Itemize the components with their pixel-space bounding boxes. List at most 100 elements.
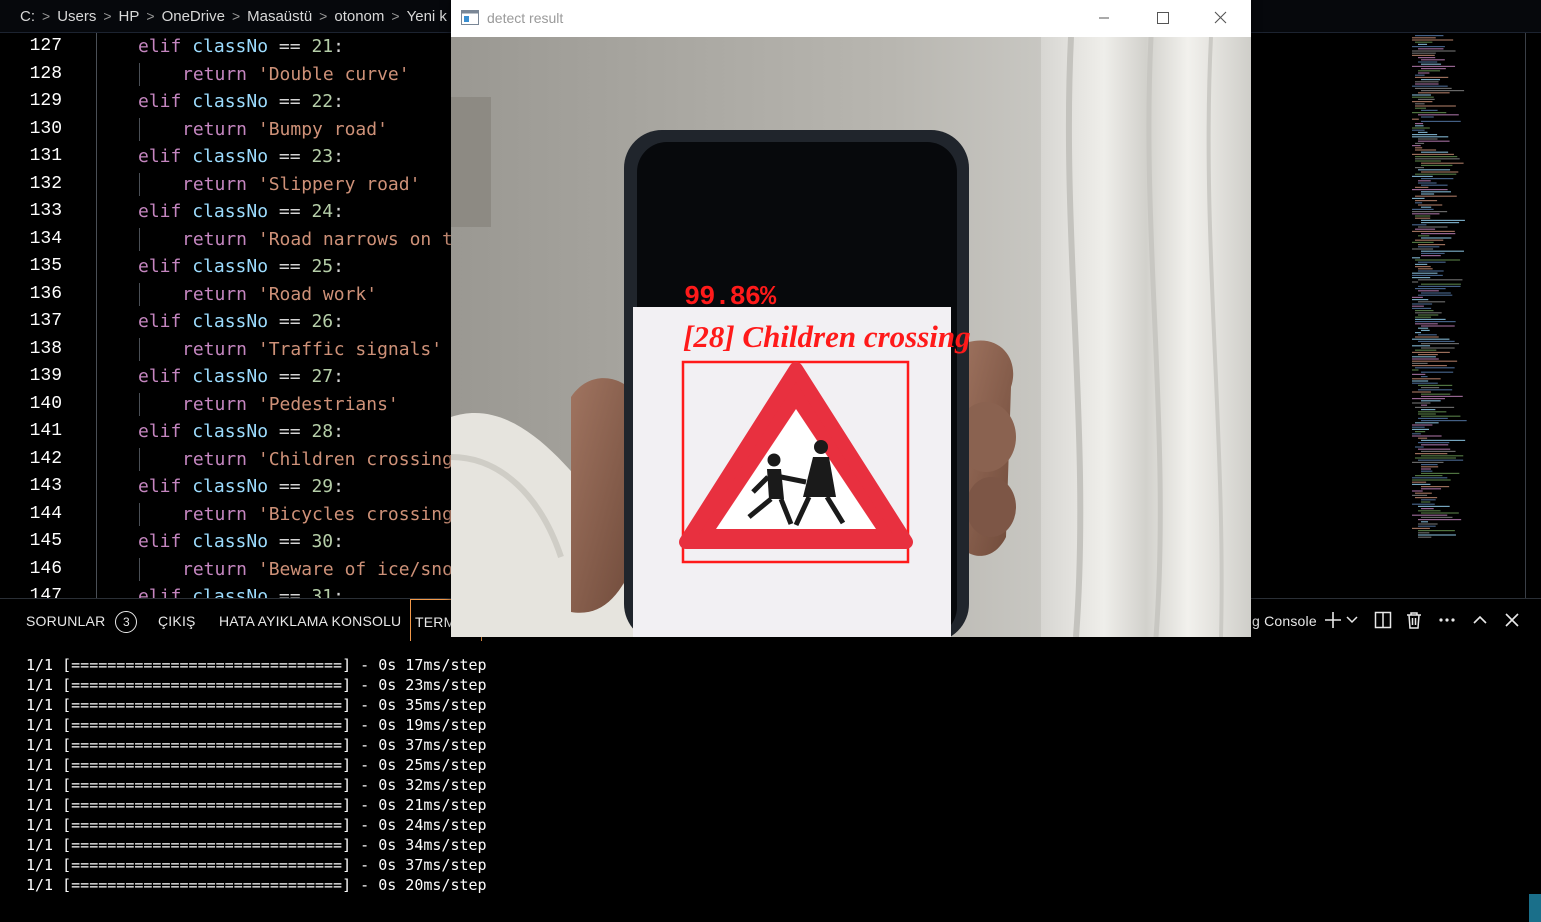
minimap-line: [1418, 530, 1455, 532]
tab-problems[interactable]: SORUNLAR 3: [26, 599, 138, 641]
code-token-tail: :: [333, 586, 344, 598]
minimap-line: [1415, 492, 1432, 494]
detect-result-window[interactable]: detect result 99.86% [28] Children cross…: [451, 0, 1251, 637]
terminal-select-dropdown[interactable]: g Console: [1252, 599, 1317, 641]
breadcrumb-item[interactable]: otonom: [334, 8, 384, 25]
code-line[interactable]: elif classNo == 31:: [138, 583, 344, 598]
code-line[interactable]: return 'Double curve': [182, 61, 410, 88]
minimap[interactable]: [1408, 33, 1526, 598]
breadcrumb-item[interactable]: C:: [20, 8, 35, 25]
minimap-line: [1412, 369, 1419, 371]
minimap-line: [1412, 197, 1425, 199]
code-token-var: classNo: [192, 531, 269, 552]
minimap-line: [1415, 446, 1424, 448]
minimap-line: [1421, 376, 1428, 378]
minimap-line: [1418, 72, 1430, 74]
minimap-line: [1421, 516, 1453, 518]
minimap-line: [1421, 255, 1441, 257]
minimap-line: [1412, 426, 1425, 428]
code-token-kw: return: [182, 393, 248, 415]
tab-output[interactable]: ÇIKIŞ: [158, 599, 196, 641]
minimap-line: [1412, 112, 1447, 114]
minimap-line: [1421, 79, 1440, 81]
minimap-line: [1421, 395, 1463, 397]
code-line[interactable]: return 'Beware of ice/sno: [182, 556, 453, 583]
minimap-line: [1418, 180, 1431, 182]
code-token-num: 23: [311, 146, 334, 167]
code-line[interactable]: elif classNo == 29:: [138, 473, 344, 500]
code-line[interactable]: elif classNo == 30:: [138, 528, 344, 555]
minimap-line: [1421, 283, 1461, 285]
code-line[interactable]: return 'Bumpy road': [182, 116, 388, 143]
minimap-line: [1415, 149, 1437, 151]
terminal-output[interactable]: 1/1 [==============================] - 0…: [26, 655, 487, 895]
code-line[interactable]: elif classNo == 28:: [138, 418, 344, 445]
chevron-up-icon[interactable]: [1470, 610, 1490, 630]
minimap-line: [1418, 340, 1455, 342]
minimap-line: [1418, 301, 1446, 303]
minimap-line: [1418, 270, 1444, 272]
code-line[interactable]: elif classNo == 21:: [138, 33, 344, 60]
minimap-line: [1418, 437, 1428, 439]
code-line[interactable]: elif classNo == 24:: [138, 198, 344, 225]
minimap-line: [1418, 384, 1453, 386]
minimap-line: [1418, 57, 1436, 59]
breadcrumb-item[interactable]: OneDrive: [162, 8, 225, 25]
minimap-line: [1412, 52, 1436, 54]
minimap-line: [1415, 497, 1438, 499]
minimap-line: [1418, 182, 1437, 184]
minimap-line: [1421, 521, 1428, 523]
more-icon[interactable]: [1437, 610, 1457, 630]
breadcrumb-item[interactable]: Users: [57, 8, 96, 25]
minimap-line: [1418, 510, 1441, 512]
plus-icon[interactable]: [1323, 610, 1343, 630]
chevron-down-icon[interactable]: [1345, 610, 1359, 630]
breadcrumb-item[interactable]: HP: [119, 8, 140, 25]
minimap-line: [1415, 310, 1434, 312]
minimap-line: [1418, 448, 1451, 450]
code-line[interactable]: elif classNo == 25:: [138, 253, 344, 280]
minimap-line: [1418, 532, 1430, 534]
line-number: 143: [29, 476, 62, 496]
minimap-line: [1421, 488, 1442, 490]
code-line[interactable]: elif classNo == 23:: [138, 143, 344, 170]
maximize-icon[interactable]: [1133, 0, 1191, 36]
trash-icon[interactable]: [1404, 610, 1424, 630]
breadcrumb-item[interactable]: Masaüstü: [247, 8, 312, 25]
terminal-scrollbar[interactable]: [1529, 894, 1541, 922]
line-number: 140: [29, 393, 62, 414]
line-number: 127: [29, 36, 62, 56]
window-titlebar[interactable]: detect result: [451, 0, 1251, 37]
code-line[interactable]: return 'Slippery road': [182, 171, 420, 198]
split-icon[interactable]: [1373, 610, 1393, 630]
minimap-line: [1412, 241, 1434, 243]
code-line[interactable]: elif classNo == 22:: [138, 88, 344, 115]
breadcrumb-item[interactable]: Yeni k: [407, 8, 447, 25]
code-line[interactable]: return 'Road narrows on t: [182, 226, 453, 253]
code-line[interactable]: elif classNo == 26:: [138, 308, 344, 335]
minimize-icon[interactable]: [1075, 0, 1133, 36]
code-line[interactable]: return 'Children crossing: [182, 446, 453, 473]
tab-problems-label: SORUNLAR: [26, 613, 106, 629]
code-line[interactable]: return 'Traffic signals': [182, 336, 442, 363]
code-line[interactable]: return 'Bicycles crossing: [182, 501, 453, 528]
tab-debug-console[interactable]: HATA AYIKLAMA KONSOLU: [219, 599, 401, 641]
close-icon[interactable]: [1502, 610, 1522, 630]
minimap-line: [1412, 307, 1432, 309]
indent-guide: [96, 473, 97, 501]
window-title: detect result: [487, 10, 564, 26]
line-number: 135: [29, 256, 62, 276]
code-line[interactable]: elif classNo == 27:: [138, 363, 344, 390]
line-number: 133: [29, 201, 62, 221]
minimap-line: [1421, 164, 1453, 166]
minimap-line: [1421, 444, 1449, 446]
window-close-icon[interactable]: [1191, 0, 1249, 36]
minimap-line: [1412, 46, 1445, 48]
minimap-line: [1412, 382, 1438, 384]
code-token-kw: return: [182, 558, 248, 580]
minimap-line: [1418, 534, 1456, 536]
minimap-line: [1421, 329, 1430, 331]
code-line[interactable]: return 'Pedestrians': [182, 391, 399, 418]
minimap-line: [1415, 367, 1455, 369]
code-line[interactable]: return 'Road work': [182, 281, 377, 308]
